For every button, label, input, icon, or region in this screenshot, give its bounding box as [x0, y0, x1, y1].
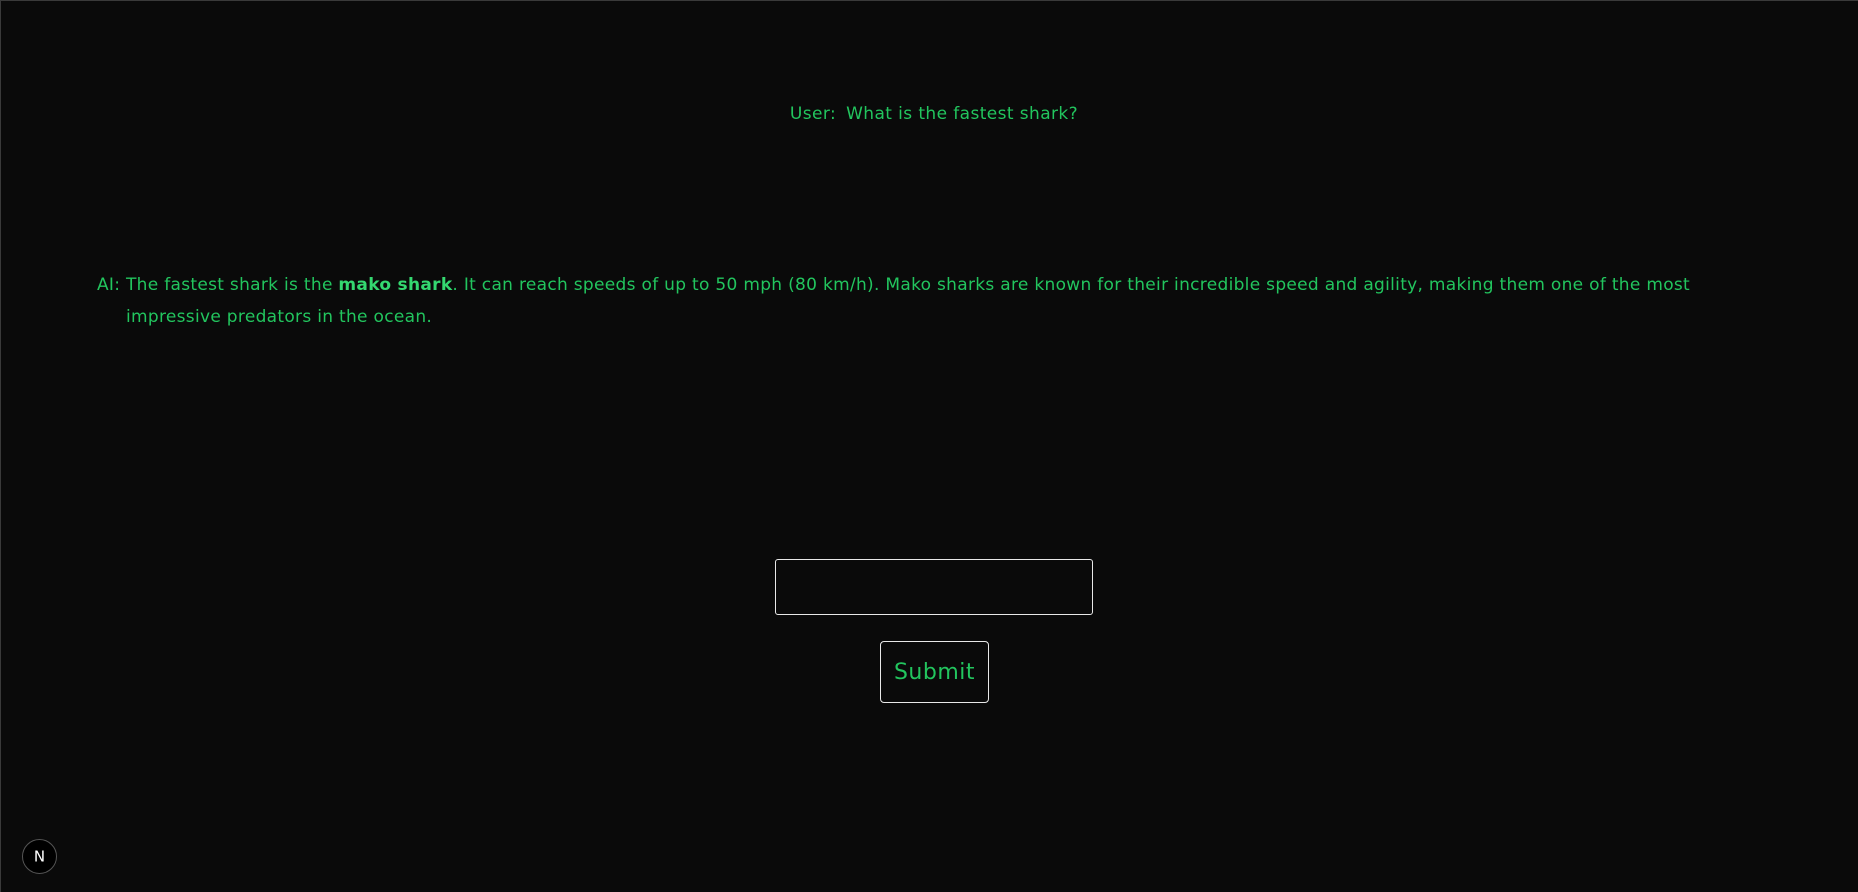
nextjs-logo-letter: N [34, 848, 45, 865]
prompt-input[interactable] [775, 559, 1093, 615]
user-message-prefix: User: [789, 104, 837, 124]
ai-message-text-start: The fastest shark is the [126, 275, 339, 295]
chat-area: User: What is the fastest shark? AI: The … [1, 1, 1858, 892]
ai-message-highlight: mako shark [338, 275, 453, 295]
user-message: User: What is the fastest shark? [1, 104, 1858, 124]
ai-message: AI: The fastest shark is the mako shark.… [97, 269, 1777, 333]
ai-message-text: The fastest shark is the mako shark. It … [126, 269, 1777, 333]
user-message-text: What is the fastest shark? [846, 104, 1079, 124]
submit-button[interactable]: Submit [880, 641, 989, 703]
dev-tools-badge[interactable]: N [22, 839, 57, 874]
ai-message-prefix: AI: [97, 275, 121, 295]
nextjs-logo-icon: N [34, 848, 45, 865]
